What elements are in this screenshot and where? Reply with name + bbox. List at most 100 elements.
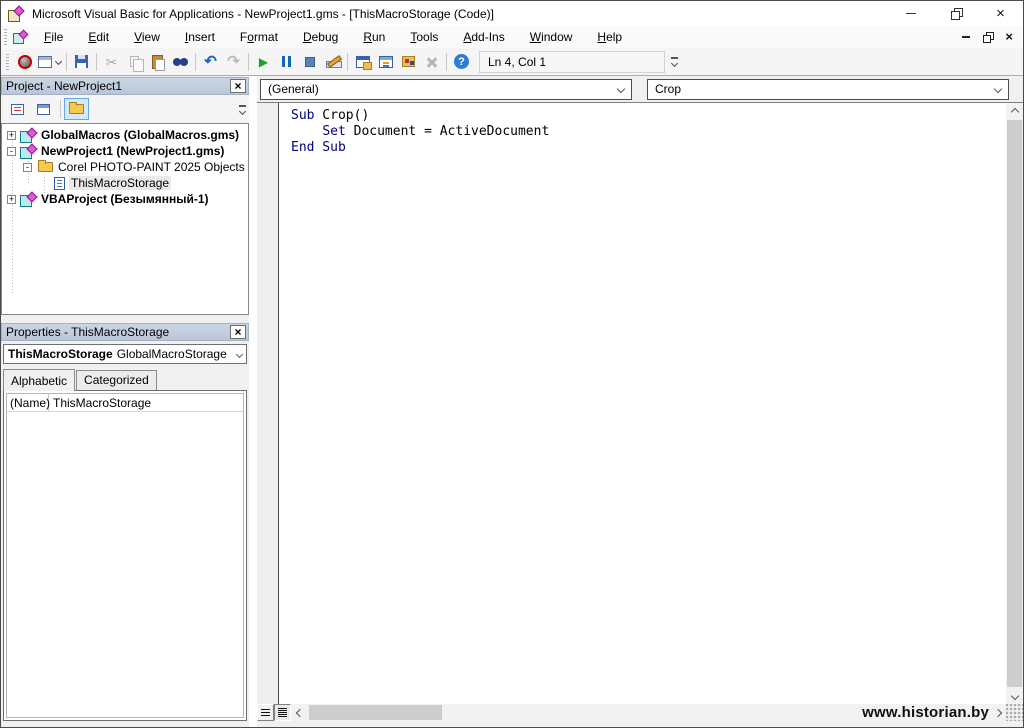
help-button[interactable]: ? [450,50,473,74]
menu-bar: File Edit View Insert Format Debug Run T… [1,26,1023,48]
expand-toggle[interactable]: + [7,194,16,204]
project-panel-close-button[interactable]: × [230,79,246,93]
properties-window-icon [378,55,393,68]
scroll-left-button[interactable] [291,704,308,721]
code-editor[interactable]: Sub Crop() Set Document = ActiveDocument… [257,103,1023,721]
menu-addins[interactable]: Add-Ins [453,27,514,47]
design-mode-icon [325,55,342,69]
menu-format[interactable]: Format [230,27,288,47]
horizontal-scrollbar[interactable]: www.historian.by [257,704,1006,721]
mdi-close-icon[interactable]: × [1005,30,1013,43]
save-button[interactable] [70,50,93,74]
project-toolbar-options-button[interactable] [235,97,249,121]
vertical-scroll-thumb[interactable] [1007,120,1022,687]
expand-toggle[interactable]: - [23,162,32,172]
tree-item-newproject1[interactable]: - NewProject1 (NewProject1.gms) [2,143,248,159]
property-value-cell[interactable]: ThisMacroStorage [49,394,243,411]
reset-button[interactable] [298,50,321,74]
expand-toggle[interactable]: - [7,146,16,156]
menu-tools[interactable]: Tools [400,27,448,47]
mdi-child-icon[interactable] [13,31,28,44]
scroll-down-button[interactable] [1006,687,1023,704]
paste-icon [152,54,165,71]
tree-item-corel-objects-folder[interactable]: - Corel PHOTO-PAINT 2025 Objects [2,159,248,175]
chevron-down-icon [616,84,626,94]
object-browser-icon [402,56,415,67]
menu-file[interactable]: File [34,27,73,47]
view-corel-photo-paint-button[interactable] [13,50,36,74]
menu-insert[interactable]: Insert [175,27,225,47]
resize-grip[interactable] [1006,704,1023,721]
close-button[interactable]: × [978,1,1023,26]
separator [195,52,196,71]
object-browser-button[interactable] [397,50,420,74]
insert-userform-button[interactable] [36,50,63,74]
toolbar-options-button[interactable] [667,50,681,74]
menu-window[interactable]: Window [520,27,583,47]
find-button[interactable] [169,50,192,74]
reset-icon [304,56,315,67]
run-button[interactable]: ▶ [252,50,275,74]
view-code-button[interactable] [5,98,30,120]
mdi-minimize-icon[interactable] [962,36,971,38]
mdi-restore-icon[interactable] [983,31,995,43]
toolbar-options-icon [238,104,246,107]
tree-item-label: ThisMacroStorage [69,176,172,190]
menu-help[interactable]: Help [587,27,632,47]
vertical-scrollbar[interactable] [1006,103,1023,704]
properties-panel: Properties - ThisMacroStorage × ThisMacr… [1,323,249,727]
design-mode-button[interactable] [321,50,344,74]
properties-window-button[interactable] [374,50,397,74]
toolbar-grip[interactable] [6,53,9,70]
folder-icon [38,160,53,172]
chevron-up-icon [1010,107,1019,116]
menubar-grip[interactable] [4,29,7,45]
procedure-view-icon [261,709,270,716]
property-row-name[interactable]: (Name) ThisMacroStorage [7,394,243,412]
procedure-dropdown[interactable]: Crop [647,78,1009,100]
tree-item-vbaproject[interactable]: + VBAProject (Безымянный-1) [2,191,248,207]
menu-view[interactable]: View [124,27,170,47]
project-panel-title: Project - NewProject1 [6,79,123,93]
procedure-view-button[interactable] [257,704,274,721]
chevron-down-icon [235,350,244,358]
project-panel-header[interactable]: Project - NewProject1 × [1,77,249,95]
properties-panel-title: Properties - ThisMacroStorage [6,325,170,339]
object-selector-dropdown[interactable]: ThisMacroStorage GlobalMacroStorage [3,344,247,364]
properties-panel-close-button[interactable]: × [230,325,246,339]
minimize-button[interactable] [888,1,933,26]
copy-button[interactable] [123,50,146,74]
horizontal-scroll-thumb[interactable] [309,705,442,720]
project-tree[interactable]: + GlobalMacros (GlobalMacros.gms) - NewP… [1,123,249,315]
scroll-right-button[interactable] [989,704,1006,721]
properties-panel-header[interactable]: Properties - ThisMacroStorage × [1,323,249,341]
full-module-view-button[interactable] [274,704,291,721]
title-bar[interactable]: Microsoft Visual Basic for Applications … [1,1,1023,26]
paste-button[interactable] [146,50,169,74]
code-text[interactable]: Sub Crop() Set Document = ActiveDocument… [291,108,549,156]
menu-run[interactable]: Run [353,27,395,47]
code-margin-indicator-bar[interactable] [257,103,279,704]
scroll-up-button[interactable] [1006,103,1023,120]
object-dropdown[interactable]: (General) [260,78,632,100]
redo-button[interactable]: ↷ [222,50,245,74]
menu-debug[interactable]: Debug [293,27,348,47]
expand-toggle[interactable]: + [7,130,16,140]
project-explorer-panel: Project - NewProject1 × + GlobalMacros (… [1,77,249,315]
run-icon: ▶ [258,54,269,69]
break-button[interactable] [275,50,298,74]
toolbox-button[interactable] [420,50,443,74]
tree-item-thismacrostorage[interactable]: ThisMacroStorage [2,175,248,191]
view-object-button[interactable] [31,98,56,120]
tab-alphabetic[interactable]: Alphabetic [3,369,76,391]
menu-edit[interactable]: Edit [78,27,119,47]
cut-button[interactable]: ✂ [100,50,123,74]
tab-categorized[interactable]: Categorized [76,370,157,390]
toggle-folders-button[interactable] [64,98,89,120]
tree-item-globalmacros[interactable]: + GlobalMacros (GlobalMacros.gms) [2,127,248,143]
separator [347,52,348,71]
toolbox-icon [426,56,438,68]
project-explorer-button[interactable] [351,50,374,74]
undo-button[interactable]: ↶ [199,50,222,74]
restore-button[interactable] [933,1,978,26]
